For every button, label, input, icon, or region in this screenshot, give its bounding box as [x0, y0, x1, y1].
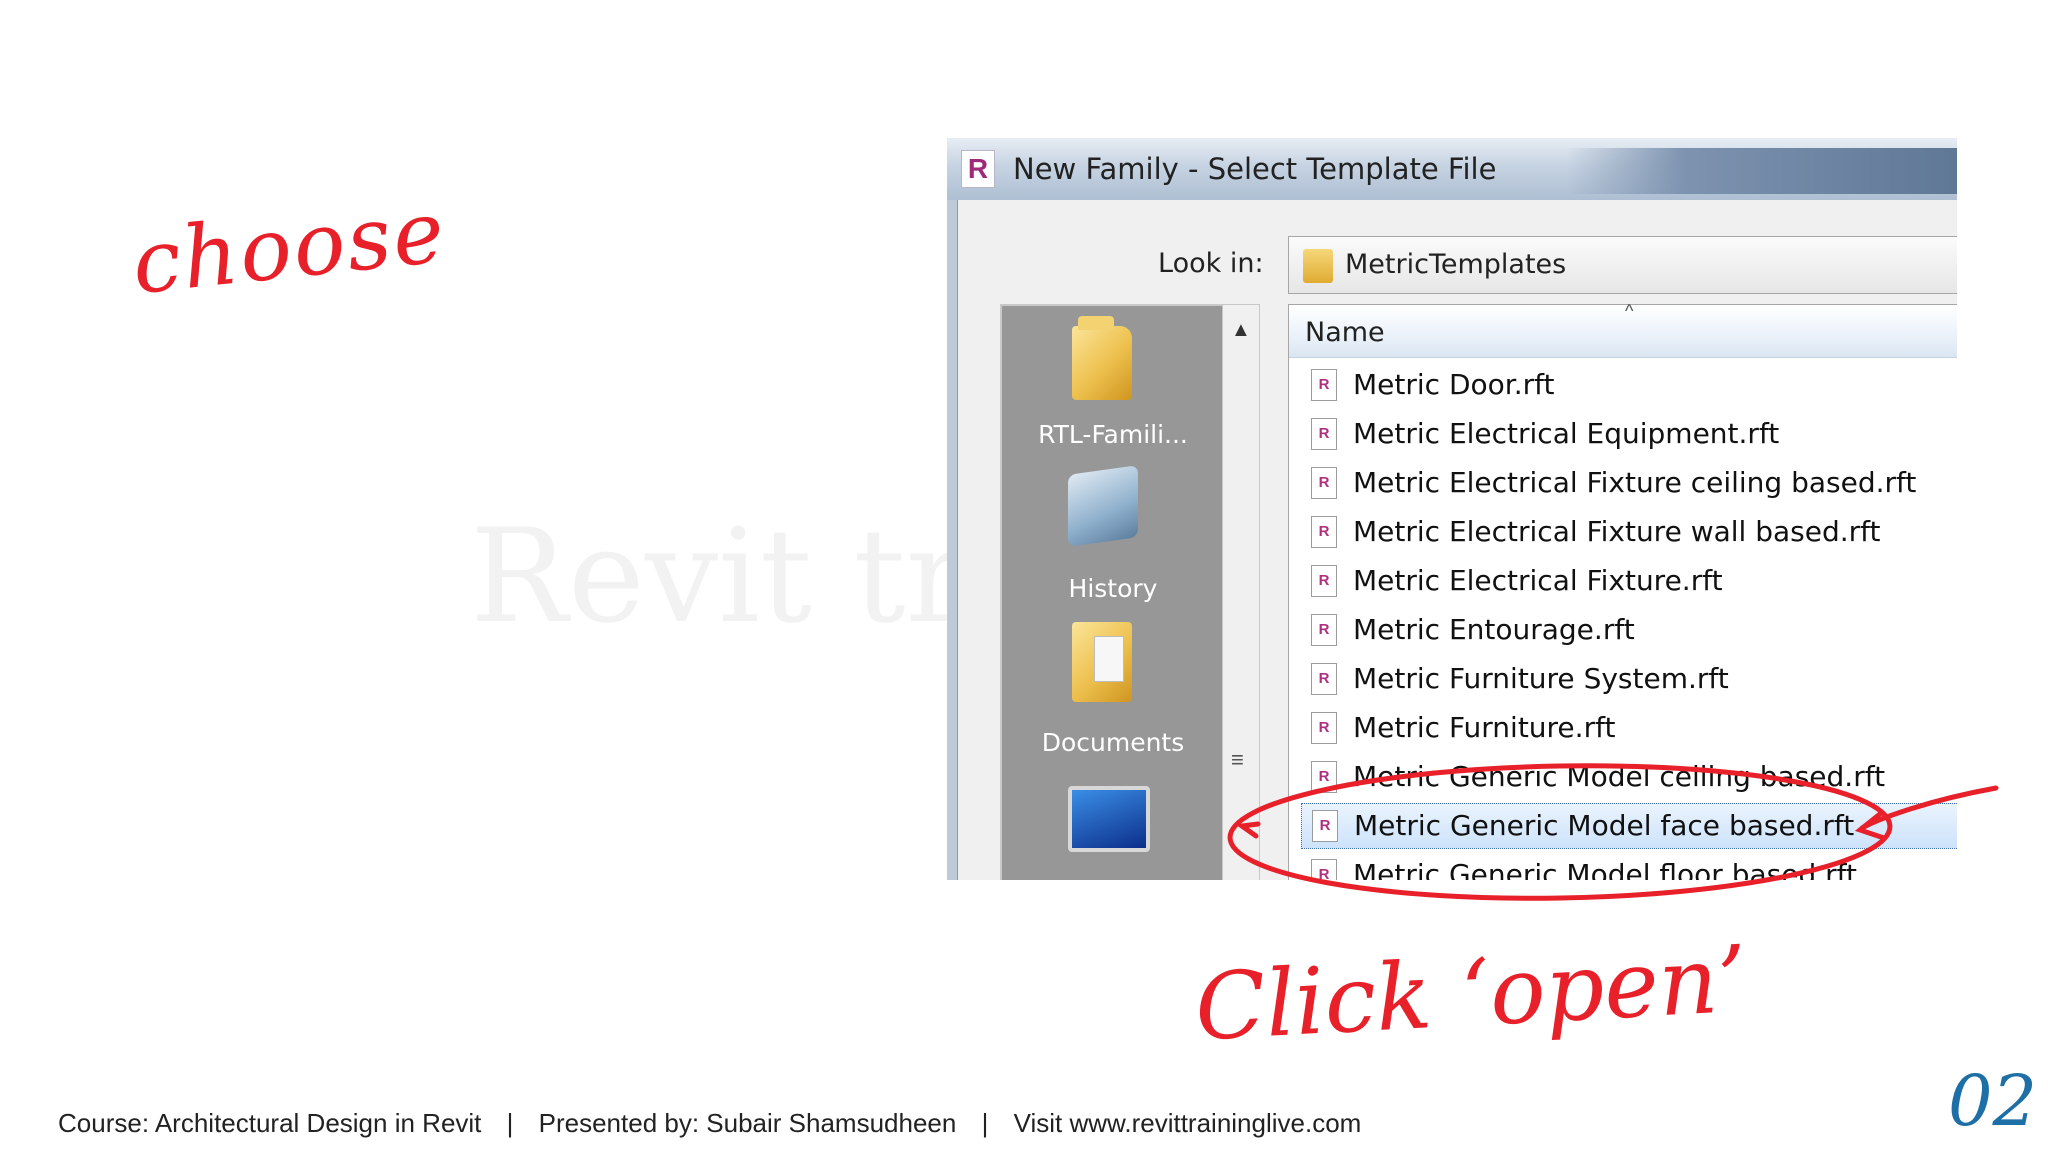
- revit-file-icon: R: [1311, 418, 1337, 450]
- scroll-thumb-grip-icon[interactable]: ≡: [1231, 747, 1244, 773]
- place-computer[interactable]: [1002, 764, 1224, 880]
- footer: Course: Architectural Design in Revit | …: [58, 1108, 1361, 1139]
- titlebar-controls-area: [1567, 148, 1957, 194]
- place-label: RTL-Famili...: [1038, 420, 1188, 449]
- history-icon: [1068, 465, 1138, 547]
- place-label: Documents: [1041, 728, 1185, 757]
- list-item[interactable]: R Metric Electrical Fixture ceiling base…: [1301, 461, 1957, 505]
- footer-course: Course: Architectural Design in Revit: [58, 1108, 482, 1138]
- select-template-dialog: R New Family - Select Template File Look…: [947, 138, 1957, 880]
- list-item[interactable]: R Metric Electrical Fixture wall based.r…: [1301, 510, 1957, 554]
- folder-icon: [1072, 316, 1132, 400]
- file-name: Metric Furniture.rft: [1353, 711, 1616, 744]
- place-history[interactable]: History: [1002, 456, 1224, 608]
- revit-file-icon: R: [1311, 565, 1337, 597]
- file-name: Metric Electrical Equipment.rft: [1353, 417, 1780, 450]
- file-name: Metric Electrical Fixture wall based.rft: [1353, 515, 1881, 548]
- place-rtl-families[interactable]: RTL-Famili...: [1002, 306, 1224, 456]
- file-name: Metric Door.rft: [1353, 368, 1555, 401]
- dialog-title: New Family - Select Template File: [1013, 152, 1497, 186]
- revit-file-icon: R: [1311, 761, 1337, 793]
- footer-website: Visit www.revittraininglive.com: [1013, 1108, 1362, 1138]
- revit-file-icon: R: [1311, 859, 1337, 880]
- list-item[interactable]: R Metric Electrical Equipment.rft: [1301, 412, 1957, 456]
- dialog-titlebar[interactable]: R New Family - Select Template File: [947, 138, 1957, 200]
- revit-file-icon: R: [1311, 663, 1337, 695]
- footer-presenter: Presented by: Subair Shamsudheen: [538, 1108, 957, 1138]
- list-item[interactable]: R Metric Furniture.rft: [1301, 706, 1957, 750]
- list-item[interactable]: R Metric Electrical Fixture.rft: [1301, 559, 1957, 603]
- file-list: ^ Name R Metric Door.rft R Metric Electr…: [1288, 301, 1957, 880]
- annotation-click-open: Click ‘open’: [1192, 925, 1750, 1062]
- revit-file-icon: R: [1312, 810, 1338, 842]
- list-item-selected[interactable]: R Metric Generic Model face based.rft: [1301, 803, 1957, 849]
- footer-separator: |: [506, 1108, 514, 1138]
- file-name: Metric Electrical Fixture ceiling based.…: [1353, 466, 1917, 499]
- computer-icon: [1068, 786, 1150, 852]
- place-label: History: [1068, 574, 1158, 603]
- file-name: Metric Entourage.rft: [1353, 613, 1635, 646]
- annotation-choose: choose: [127, 181, 451, 315]
- file-name: Metric Electrical Fixture.rft: [1353, 564, 1723, 597]
- file-name: Metric Generic Model ceiling based.rft: [1353, 760, 1886, 793]
- folder-icon: [1303, 249, 1333, 283]
- file-name: Metric Furniture System.rft: [1353, 662, 1729, 695]
- look-in-label: Look in:: [1158, 248, 1264, 279]
- list-item[interactable]: R Metric Door.rft: [1301, 363, 1957, 407]
- look-in-value: MetricTemplates: [1345, 249, 1567, 280]
- dialog-body: Look in: MetricTemplates RTL-Famili... H…: [957, 200, 1957, 880]
- column-header-name[interactable]: ^ Name: [1289, 301, 1957, 358]
- revit-app-icon: R: [961, 150, 995, 188]
- sort-ascending-icon: ^: [1625, 301, 1634, 321]
- place-documents[interactable]: Documents: [1002, 608, 1224, 764]
- revit-file-icon: R: [1311, 467, 1337, 499]
- slide-number: 02: [1948, 1060, 2038, 1142]
- list-item[interactable]: R Metric Furniture System.rft: [1301, 657, 1957, 701]
- revit-file-icon: R: [1311, 614, 1337, 646]
- list-item[interactable]: R Metric Entourage.rft: [1301, 608, 1957, 652]
- file-name: Metric Generic Model face based.rft: [1354, 809, 1855, 842]
- list-item[interactable]: R Metric Generic Model ceiling based.rft: [1301, 755, 1957, 799]
- revit-file-icon: R: [1311, 712, 1337, 744]
- column-header-label: Name: [1305, 317, 1385, 348]
- documents-icon: [1072, 622, 1132, 702]
- watermark: Revit tr: [470, 500, 968, 652]
- places-bar: RTL-Famili... History Documents: [1000, 304, 1226, 880]
- list-item[interactable]: R Metric Generic Model floor based.rft: [1301, 853, 1957, 880]
- places-scrollbar[interactable]: ▲ ≡: [1222, 304, 1260, 880]
- revit-file-icon: R: [1311, 369, 1337, 401]
- file-name: Metric Generic Model floor based.rft: [1353, 858, 1857, 880]
- scroll-up-arrow-icon[interactable]: ▲: [1231, 319, 1251, 342]
- revit-file-icon: R: [1311, 516, 1337, 548]
- footer-separator: |: [981, 1108, 989, 1138]
- look-in-dropdown[interactable]: MetricTemplates: [1288, 236, 1957, 294]
